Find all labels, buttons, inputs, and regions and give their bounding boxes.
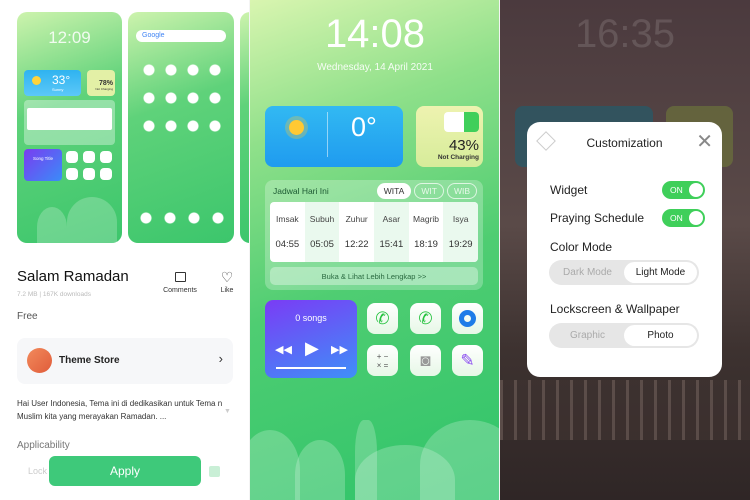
music-widget: 0 songs ◀◀ ▶ ▶▶ [265, 300, 357, 378]
weather-temp: 0° [351, 112, 377, 142]
theme-detail-screen: 12:09 33° Sunny 78% Not Charging Song Titl… [0, 0, 250, 500]
music-progress[interactable] [276, 367, 346, 369]
play-button[interactable]: ▶ [305, 338, 319, 359]
background-time: 16:35 [574, 12, 676, 56]
preview-time: 12:09 [48, 28, 91, 47]
preview-schedule [24, 100, 115, 145]
sun-icon [289, 120, 304, 135]
expand-description-icon[interactable]: ▼ [224, 408, 231, 415]
preview-dock [134, 212, 228, 224]
preview-weather-widget: 33° Sunny [24, 70, 81, 96]
theme-meta: 7.2 MB | 167K downloads [17, 291, 91, 298]
lock-date: Wednesday, 14 April 2021 [317, 62, 433, 73]
see-more-button[interactable]: Buka & Lihat Lebih Lengkap >> [270, 267, 478, 285]
zone-wib[interactable]: WIB [446, 183, 477, 199]
prayer-isya: Isya 19:29 [443, 202, 478, 262]
widget-toggle[interactable]: ON [662, 181, 705, 199]
chevron-right-icon: › [218, 351, 223, 366]
graphic-option[interactable]: Graphic [551, 325, 624, 346]
like-button[interactable]: ♡ Like [214, 270, 240, 294]
theme-store-logo [27, 348, 52, 373]
zone-wit[interactable]: WIT [414, 183, 444, 199]
zone-wita[interactable]: WITA [376, 183, 412, 199]
prayer-imsak: Imsak 04:55 [275, 213, 300, 251]
prayer-magrib: Magrib 18:19 [413, 213, 440, 251]
browser-icon[interactable] [452, 303, 483, 334]
battery-widget: 43% Not Charging [416, 106, 483, 167]
lockscreen-preview[interactable]: 12:09 33° Sunny 78% Not Charging Song Titl… [17, 12, 122, 243]
battery-icon [444, 112, 479, 132]
homescreen-preview[interactable]: Google [128, 12, 234, 243]
color-mode-selector: Dark Mode Light Mode [549, 260, 699, 285]
prayer-asar: Asar 15:41 [374, 202, 409, 262]
phone-icon[interactable]: ✆ [410, 303, 441, 334]
praying-schedule-label: Praying Schedule [550, 211, 645, 225]
theme-store-card[interactable]: Theme Store › [17, 338, 233, 384]
customization-modal: Customization ✕ Widget ON Praying Schedu… [527, 122, 722, 377]
preview-battery-widget: 78% Not Charging [87, 70, 115, 96]
lock-option[interactable]: Lock [28, 466, 47, 476]
theme-title: Salam Ramadan [17, 268, 129, 285]
praying-schedule-toggle[interactable]: ON [662, 209, 705, 227]
preview-app-grid [138, 56, 224, 136]
modal-title: Customization [586, 136, 663, 150]
applicability-label: Applicability [17, 440, 70, 451]
theme-description: Hai User Indonesia, Tema ini di dedikasi… [17, 399, 223, 421]
rewind-button[interactable]: ◀◀ [275, 343, 292, 356]
sun-icon [32, 76, 41, 85]
wallpaper-label: Lockscreen & Wallpaper [550, 302, 680, 316]
prayer-schedule-widget: Jadwal Hari Ini WITA WIT WIB Imsak 04:55 … [265, 180, 483, 290]
light-mode-option[interactable]: Light Mode [624, 262, 697, 283]
prayer-times-table: Imsak 04:55 Subuh 05:05 Zuhur 12:22 Asar 15:… [270, 202, 478, 262]
fast-forward-button[interactable]: ▶▶ [331, 343, 348, 356]
prayer-subuh: Subuh 05:05 [304, 202, 340, 262]
lock-time: 14:08 [324, 12, 426, 56]
whatsapp-icon[interactable]: ✆ [367, 303, 398, 334]
comment-icon [174, 272, 186, 282]
lockscreen-widgets: 14:08 Wednesday, 14 April 2021 0° 43% No… [250, 0, 500, 500]
price-label: Free [17, 311, 38, 322]
color-mode-label: Color Mode [550, 240, 613, 254]
calculator-icon[interactable]: + − × = [367, 345, 398, 376]
camera-icon[interactable]: ◙ [410, 345, 441, 376]
weather-widget[interactable]: 0° [265, 106, 403, 167]
preview-music-widget: Song Title [24, 149, 62, 181]
comments-button[interactable]: Comments [160, 272, 200, 294]
photo-option[interactable]: Photo [624, 325, 697, 346]
wallpaper-selector: Graphic Photo [549, 323, 699, 348]
close-icon[interactable]: ✕ [696, 129, 713, 154]
dark-mode-option[interactable]: Dark Mode [551, 262, 624, 283]
widget-label: Widget [550, 183, 588, 197]
prayer-zuhur: Zuhur 12:22 [344, 213, 369, 251]
preview-search-bar: Google [136, 30, 226, 42]
apply-button[interactable]: Apply [49, 456, 201, 486]
customization-screen: 16:35 Customization ✕ Widget ON Praying … [500, 0, 750, 500]
theme-brush-icon[interactable]: ✎ [452, 345, 483, 376]
lock-checkbox[interactable] [209, 466, 220, 477]
heart-icon: ♡ [220, 269, 234, 285]
